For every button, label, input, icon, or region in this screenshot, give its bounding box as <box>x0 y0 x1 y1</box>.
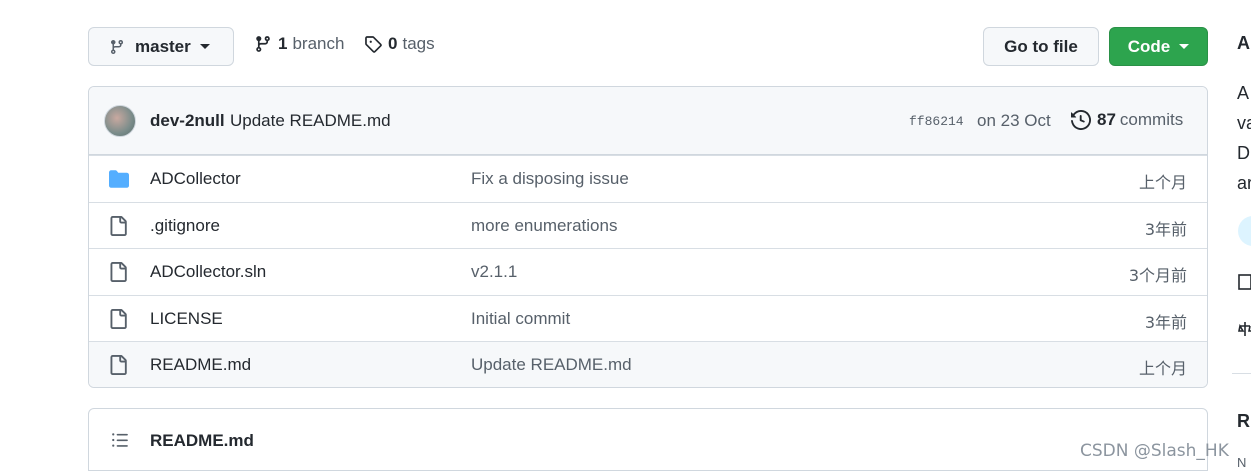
commit-count: 87 <box>1097 110 1116 129</box>
file-icon <box>108 308 128 334</box>
file-age: 3个月前 <box>1128 266 1187 285</box>
tag-count: 0 <box>388 34 398 53</box>
file-age: 上个月 <box>1138 173 1187 192</box>
avatar[interactable] <box>104 105 136 137</box>
code-button[interactable]: Code <box>1109 27 1208 66</box>
file-name-link[interactable]: .gitignore <box>150 216 220 236</box>
code-label: Code <box>1127 36 1171 56</box>
topic-badge[interactable] <box>1238 216 1251 246</box>
commit-date: on 23 Oct <box>977 111 1051 130</box>
sidebar-text: N <box>1237 455 1247 470</box>
file-commit-message-link[interactable]: v2.1.1 <box>471 262 517 282</box>
file-age: 上个月 <box>1138 359 1187 378</box>
file-commit-message-link[interactable]: Fix a disposing issue <box>471 169 629 189</box>
go-to-file-label: Go to file <box>1004 36 1078 56</box>
file-icon <box>108 262 128 287</box>
sidebar-text: va <box>1237 113 1251 133</box>
sidebar-text: ar <box>1237 173 1251 193</box>
file-name-link[interactable]: README.md <box>150 355 251 375</box>
file-commit-message-link[interactable]: Update README.md <box>471 355 632 375</box>
list-unordered-icon[interactable] <box>110 431 130 454</box>
commit-sha-link[interactable]: ff86214 <box>909 114 964 129</box>
commits-link[interactable]: 87 commits <box>1071 110 1183 130</box>
file-list: dev-2null Update README.md ff86214 on 23… <box>88 86 1208 388</box>
branch-word: branch <box>292 34 345 53</box>
commit-message-link[interactable]: Update README.md <box>230 111 391 131</box>
file-row[interactable]: ADCollector.sln v2.1.1 3个月前 <box>89 248 1207 295</box>
file-row[interactable]: ADCollector Fix a disposing issue 上个月 <box>89 155 1207 202</box>
branch-name: master <box>135 36 191 56</box>
book-icon <box>1238 273 1251 296</box>
latest-commit-bar: dev-2null Update README.md ff86214 on 23… <box>89 87 1207 155</box>
go-to-file-button[interactable]: Go to file <box>983 27 1099 66</box>
git-branch-icon <box>256 36 270 52</box>
readme-title-link[interactable]: README.md <box>150 431 254 451</box>
chevron-down-icon <box>1179 44 1190 49</box>
branch-count: 1 <box>278 34 288 53</box>
branch-selector-button[interactable]: master <box>88 27 234 66</box>
file-name-link[interactable]: ADCollector <box>150 169 241 189</box>
file-age: 3年前 <box>1144 312 1187 332</box>
readme-panel: README.md <box>88 408 1208 471</box>
file-icon <box>108 215 128 241</box>
sidebar-releases-heading: R <box>1237 411 1250 431</box>
watermark: CSDN @Slash_HK <box>1080 441 1229 461</box>
sidebar-text: D <box>1237 143 1250 163</box>
git-branch-icon <box>110 39 123 54</box>
file-name-link[interactable]: LICENSE <box>150 309 223 329</box>
file-icon <box>108 355 128 380</box>
commit-author-link[interactable]: dev-2null <box>150 111 225 131</box>
file-row[interactable]: README.md Update README.md 上个月 <box>89 341 1207 387</box>
sidebar-about-heading: A <box>1237 33 1250 53</box>
tag-word: tags <box>402 34 435 53</box>
file-row[interactable]: .gitignore more enumerations 3年前 <box>89 201 1207 249</box>
sidebar-text: A <box>1237 83 1250 103</box>
commit-count-word: commits <box>1119 110 1184 129</box>
tag-icon <box>365 36 382 53</box>
history-icon <box>1071 110 1091 130</box>
tags-link[interactable]: 0 tags <box>364 34 435 54</box>
law-icon <box>1238 320 1251 343</box>
folder-icon <box>108 169 130 194</box>
file-name-link[interactable]: ADCollector.sln <box>150 262 266 282</box>
chevron-down-icon <box>199 44 210 49</box>
file-age: 3年前 <box>1144 219 1187 239</box>
file-row[interactable]: LICENSE Initial commit 3年前 <box>89 294 1207 342</box>
file-commit-message-link[interactable]: Initial commit <box>471 309 570 329</box>
file-commit-message-link[interactable]: more enumerations <box>471 216 617 236</box>
branches-link[interactable]: 1 branch <box>254 34 344 54</box>
divider <box>1232 373 1251 374</box>
